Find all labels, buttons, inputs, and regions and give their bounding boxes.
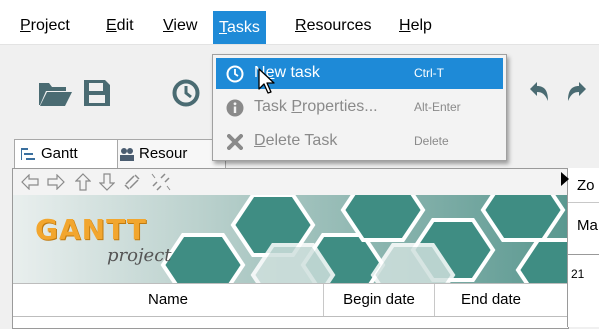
menu-resources[interactable]: Resources [289,14,377,38]
label-part: w task [274,64,320,81]
label-part: Task [254,98,292,115]
arrow-down-icon[interactable] [99,173,115,191]
menu-edit-label: dit [116,17,134,34]
month-label: Ma [577,217,598,234]
logo-word-project: project [107,245,172,266]
tab-resources[interactable]: Resour [112,139,226,168]
arrow-right-icon[interactable] [47,174,65,190]
menu-help[interactable]: Help [393,14,438,38]
save-icon[interactable] [84,80,110,106]
menu-project-mnemonic: P [20,17,31,34]
label-mnemonic: P [291,98,303,115]
tasks-menu-popup: New task Ctrl-T Task Properties... Alt-E… [212,54,507,161]
menu-item-delete-task-shortcut: Delete [414,134,449,148]
timeline-header: Ma [568,202,599,253]
menu-view[interactable]: View [157,14,203,38]
menu-resources-label: esources [306,17,372,34]
menu-help-label: elp [410,17,432,34]
link-icon[interactable] [123,173,141,191]
column-header-name[interactable]: Name [13,284,323,316]
resources-icon [119,147,135,161]
menu-view-label: iew [173,17,198,34]
task-tree-toolbar [13,169,568,195]
gantt-icon [21,148,35,160]
label-part: elete Task [265,132,338,149]
menu-project[interactable]: Project [14,14,76,38]
tab-gantt[interactable]: Gantt [14,139,118,168]
column-header-begin-date[interactable]: Begin date [323,284,434,316]
menu-project-label: roject [30,17,70,34]
collapse-arrow-icon[interactable] [561,172,569,186]
clock-icon[interactable] [172,79,200,107]
menu-tasks[interactable]: Tasks [213,11,266,44]
menu-edit-mnemonic: E [106,17,117,34]
task-table-header: Name Begin date End date [13,283,568,317]
tab-resources-label: Resour [139,145,188,162]
column-header-end-date[interactable]: End date [434,284,547,316]
tab-gantt-label: Gantt [41,145,78,162]
menu-item-task-properties[interactable]: Task Properties... Alt-Enter [216,92,503,123]
zoom-label[interactable]: Zo [577,177,595,194]
menu-item-delete-task-label: Delete Task [254,132,337,150]
info-icon [226,99,244,117]
menu-help-mnemonic: H [399,17,411,34]
menu-view-mnemonic: V [163,17,174,34]
clock-icon [226,65,244,83]
delete-icon [227,134,243,150]
menu-item-task-properties-label: Task Properties... [254,98,378,116]
menu-item-task-properties-shortcut: Alt-Enter [414,100,461,114]
ganttproject-banner: GANTT project [13,195,568,283]
menu-tasks-mnemonic: T [219,19,227,36]
gantt-task-panel: GANTT project Name Begin date End date [12,168,569,329]
label-part: roperties... [302,98,378,115]
menu-tasks-label: asks [227,19,260,36]
mouse-cursor-icon [258,68,278,96]
menu-resources-mnemonic: R [295,17,307,34]
menu-bar: Project Edit View Tasks Resources Help [0,0,599,45]
unlink-icon[interactable] [149,172,171,192]
menu-item-delete-task[interactable]: Delete Task Delete [216,126,503,157]
arrow-up-icon[interactable] [75,173,91,191]
undo-icon[interactable] [528,81,550,103]
day-label: 21 [571,267,585,281]
ganttproject-logo: GANTT project [35,213,205,273]
day-row: 21 [568,254,599,299]
logo-word-gantt: GANTT [35,213,147,246]
menu-item-new-task-shortcut: Ctrl-T [414,66,444,80]
menu-edit[interactable]: Edit [100,14,140,38]
redo-icon[interactable] [566,81,588,103]
arrow-left-icon[interactable] [21,174,39,190]
label-mnemonic: D [254,132,266,149]
gantt-chart-pane: Zo Ma 21 [561,168,599,327]
open-folder-icon[interactable] [38,79,72,107]
